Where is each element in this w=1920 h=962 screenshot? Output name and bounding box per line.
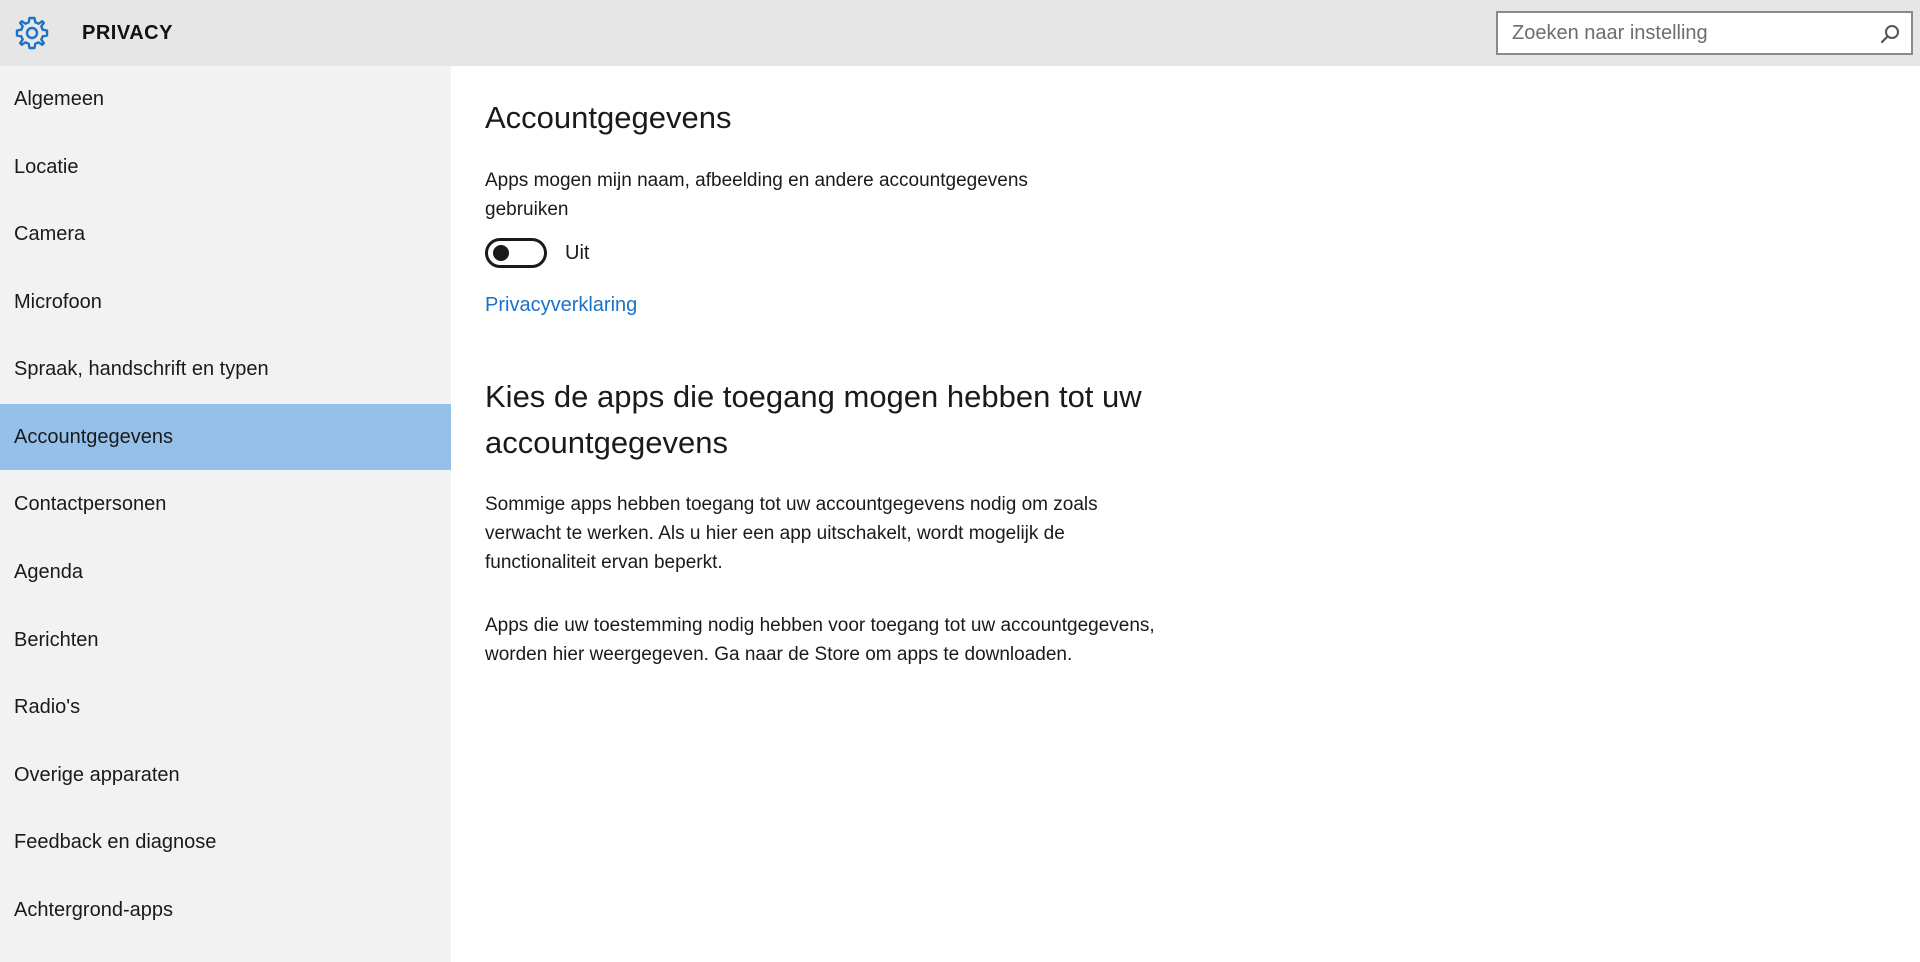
sidebar-item-locatie[interactable]: Locatie <box>0 134 451 200</box>
privacy-statement-link[interactable]: Privacyverklaring <box>485 294 637 317</box>
toggle-row: Uit <box>485 238 589 268</box>
sidebar-item-camera[interactable]: Camera <box>0 201 451 267</box>
sidebar-item-label: Agenda <box>14 560 83 583</box>
sidebar-item-contactpersonen[interactable]: Contactpersonen <box>0 471 451 537</box>
info-paragraph-2: Apps die uw toestemming nodig hebben voo… <box>485 615 1155 665</box>
header-bar: PRIVACY <box>0 0 1920 66</box>
sidebar-item-label: Contactpersonen <box>14 492 167 515</box>
sidebar-nav: Algemeen Locatie Camera Microfoon Spraak… <box>0 66 451 962</box>
sidebar-item-label: Feedback en diagnose <box>14 830 217 853</box>
sidebar-item-label: Accountgegevens <box>14 425 174 448</box>
sidebar-item-accountgegevens[interactable]: Accountgegevens <box>0 404 451 470</box>
sidebar-item-label: Achtergrond-apps <box>14 898 173 921</box>
settings-window: PRIVACY Algemeen Locatie Camera Microfoo… <box>0 0 1920 962</box>
toggle-state-label: Uit <box>565 241 590 264</box>
sidebar-item-microfoon[interactable]: Microfoon <box>0 269 451 335</box>
sidebar-item-spraak[interactable]: Spraak, handschrift en typen <box>0 336 451 402</box>
sidebar-item-label: Microfoon <box>14 290 102 313</box>
sidebar-item-label: Overige apparaten <box>14 763 180 786</box>
info-paragraph-1: Sommige apps hebben toegang tot uw accou… <box>485 494 1098 573</box>
sidebar-item-feedback[interactable]: Feedback en diagnose <box>0 809 451 875</box>
sidebar-item-label: Algemeen <box>14 87 105 110</box>
sidebar-item-label: Locatie <box>14 155 79 178</box>
page-title: Accountgegevens <box>485 100 732 135</box>
account-info-toggle[interactable] <box>485 238 547 268</box>
sidebar-item-achtergrond-apps[interactable]: Achtergrond-apps <box>0 877 451 943</box>
search-icon[interactable] <box>1879 23 1901 45</box>
section-heading: Kies de apps die toegang mogen hebben to… <box>485 379 1142 460</box>
sidebar-item-berichten[interactable]: Berichten <box>0 607 451 673</box>
sidebar-item-radios[interactable]: Radio's <box>0 674 451 740</box>
sidebar-item-label: Spraak, handschrift en typen <box>14 357 269 380</box>
sidebar-item-label: Berichten <box>14 628 99 651</box>
main-content: Accountgegevens Apps mogen mijn naam, af… <box>451 66 1920 962</box>
gear-icon <box>12 13 52 53</box>
sidebar-item-overige-apparaten[interactable]: Overige apparaten <box>0 742 451 808</box>
setting-description: Apps mogen mijn naam, afbeelding en ande… <box>485 170 1028 220</box>
app-title: PRIVACY <box>82 22 173 44</box>
sidebar-item-algemeen[interactable]: Algemeen <box>0 66 451 132</box>
sidebar-item-label: Camera <box>14 222 86 245</box>
sidebar-item-agenda[interactable]: Agenda <box>0 539 451 605</box>
sidebar-item-label: Radio's <box>14 695 81 718</box>
toggle-knob <box>493 245 509 261</box>
search-input[interactable] <box>1498 21 1858 45</box>
search-box[interactable] <box>1496 11 1913 55</box>
